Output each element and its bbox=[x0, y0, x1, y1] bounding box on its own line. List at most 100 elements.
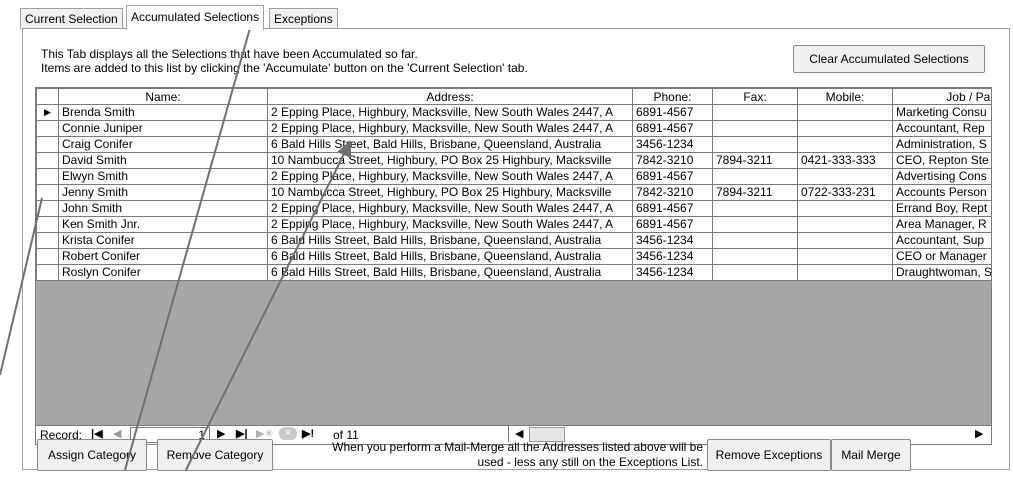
table-row[interactable]: Connie Juniper 2 Epping Place, Highbury, … bbox=[36, 120, 991, 137]
phone-cell[interactable]: 6891-4567 bbox=[632, 216, 713, 233]
column-header-address[interactable]: Address: bbox=[267, 88, 633, 105]
name-cell[interactable]: Krista Conifer bbox=[58, 232, 268, 249]
tab-accumulated-selections[interactable]: Accumulated Selections bbox=[126, 5, 265, 30]
row-selector[interactable] bbox=[36, 232, 59, 249]
phone-cell[interactable]: 3456-1234 bbox=[632, 136, 713, 153]
job-cell[interactable]: Errand Boy, Rept bbox=[892, 200, 991, 217]
column-header-job[interactable]: Job / Pare bbox=[892, 88, 991, 105]
table-row[interactable]: John Smith 2 Epping Place, Highbury, Mack… bbox=[36, 200, 991, 217]
fax-cell[interactable] bbox=[712, 120, 798, 137]
table-row[interactable]: Roslyn Conifer 6 Bald Hills Street, Bald … bbox=[36, 264, 991, 281]
row-selector[interactable] bbox=[36, 200, 59, 217]
row-selector[interactable] bbox=[36, 152, 59, 169]
fax-cell[interactable] bbox=[712, 168, 798, 185]
mobile-cell[interactable] bbox=[797, 168, 893, 185]
fax-cell[interactable] bbox=[712, 104, 798, 121]
fax-cell[interactable] bbox=[712, 248, 798, 265]
mobile-cell[interactable]: 0722-333-231 bbox=[797, 184, 893, 201]
job-cell[interactable]: Advertising Cons bbox=[892, 168, 991, 185]
name-cell[interactable]: David Smith bbox=[58, 152, 268, 169]
clear-accumulated-button[interactable]: Clear Accumulated Selections bbox=[793, 45, 985, 73]
table-row[interactable]: Elwyn Smith 2 Epping Place, Highbury, Mac… bbox=[36, 168, 991, 185]
mobile-cell[interactable] bbox=[797, 232, 893, 249]
job-cell[interactable]: Administration, S bbox=[892, 136, 991, 153]
row-selector[interactable] bbox=[36, 248, 59, 265]
column-header-fax[interactable]: Fax: bbox=[712, 88, 798, 105]
column-header-mobile[interactable]: Mobile: bbox=[797, 88, 893, 105]
job-cell[interactable]: Accountant, Rep bbox=[892, 120, 991, 137]
job-cell[interactable]: Accountant, Sup bbox=[892, 232, 991, 249]
mobile-cell[interactable]: 0421-333-333 bbox=[797, 152, 893, 169]
search-record-button[interactable]: ▶! bbox=[302, 427, 314, 440]
job-cell[interactable]: CEO or Manager bbox=[892, 248, 991, 265]
mobile-cell[interactable] bbox=[797, 200, 893, 217]
phone-cell[interactable]: 3456-1234 bbox=[632, 232, 713, 249]
column-header-phone[interactable]: Phone: bbox=[632, 88, 713, 105]
row-selector[interactable] bbox=[36, 184, 59, 201]
row-selector[interactable] bbox=[36, 120, 59, 137]
row-selector[interactable] bbox=[36, 136, 59, 153]
address-cell[interactable]: 2 Epping Place, Highbury, Macksville, Ne… bbox=[267, 104, 633, 121]
address-cell[interactable]: 6 Bald Hills Street, Bald Hills, Brisban… bbox=[267, 248, 633, 265]
tab-current-selection[interactable]: Current Selection bbox=[20, 8, 123, 29]
phone-cell[interactable]: 7842-3210 bbox=[632, 184, 713, 201]
mobile-cell[interactable] bbox=[797, 264, 893, 281]
mobile-cell[interactable] bbox=[797, 216, 893, 233]
job-cell[interactable]: Draughtwoman, S bbox=[892, 264, 991, 281]
fax-cell[interactable] bbox=[712, 232, 798, 249]
mobile-cell[interactable] bbox=[797, 104, 893, 121]
phone-cell[interactable]: 6891-4567 bbox=[632, 104, 713, 121]
address-cell[interactable]: 6 Bald Hills Street, Bald Hills, Brisban… bbox=[267, 232, 633, 249]
assign-category-button[interactable]: Assign Category bbox=[37, 439, 147, 471]
table-row[interactable]: David Smith 10 Nambucca Street, Highbury,… bbox=[36, 152, 991, 169]
fax-cell[interactable] bbox=[712, 264, 798, 281]
fax-cell[interactable] bbox=[712, 136, 798, 153]
fax-cell[interactable] bbox=[712, 216, 798, 233]
mail-merge-button[interactable]: Mail Merge bbox=[831, 439, 911, 471]
fax-cell[interactable] bbox=[712, 200, 798, 217]
row-selector[interactable] bbox=[36, 168, 59, 185]
column-header-name[interactable]: Name: bbox=[58, 88, 268, 105]
name-cell[interactable]: Robert Conifer bbox=[58, 248, 268, 265]
name-cell[interactable]: Craig Conifer bbox=[58, 136, 268, 153]
address-cell[interactable]: 2 Epping Place, Highbury, Macksville, Ne… bbox=[267, 200, 633, 217]
address-cell[interactable]: 6 Bald Hills Street, Bald Hills, Brisban… bbox=[267, 136, 633, 153]
tab-exceptions[interactable]: Exceptions bbox=[269, 8, 338, 29]
address-cell[interactable]: 10 Nambucca Street, Highbury, PO Box 25 … bbox=[267, 152, 633, 169]
mobile-cell[interactable] bbox=[797, 120, 893, 137]
address-cell[interactable]: 2 Epping Place, Highbury, Macksville, Ne… bbox=[267, 168, 633, 185]
scroll-left-arrow-icon[interactable]: ◀ bbox=[515, 427, 523, 440]
job-cell[interactable]: Accounts Person bbox=[892, 184, 991, 201]
row-selector[interactable] bbox=[36, 216, 59, 233]
name-cell[interactable]: Connie Juniper bbox=[58, 120, 268, 137]
table-row[interactable]: Ken Smith Jnr. 2 Epping Place, Highbury, … bbox=[36, 216, 991, 233]
table-row[interactable]: Craig Conifer 6 Bald Hills Street, Bald H… bbox=[36, 136, 991, 153]
address-cell[interactable]: 10 Nambucca Street, Highbury, PO Box 25 … bbox=[267, 184, 633, 201]
row-selector[interactable] bbox=[36, 264, 59, 281]
name-cell[interactable]: John Smith bbox=[58, 200, 268, 217]
table-row[interactable]: Jenny Smith 10 Nambucca Street, Highbury,… bbox=[36, 184, 991, 201]
phone-cell[interactable]: 3456-1234 bbox=[632, 264, 713, 281]
address-cell[interactable]: 2 Epping Place, Highbury, Macksville, Ne… bbox=[267, 216, 633, 233]
name-cell[interactable]: Jenny Smith bbox=[58, 184, 268, 201]
name-cell[interactable]: Roslyn Conifer bbox=[58, 264, 268, 281]
phone-cell[interactable]: 6891-4567 bbox=[632, 120, 713, 137]
phone-cell[interactable]: 7842-3210 bbox=[632, 152, 713, 169]
table-row[interactable]: Robert Conifer 6 Bald Hills Street, Bald … bbox=[36, 248, 991, 265]
name-cell[interactable]: Ken Smith Jnr. bbox=[58, 216, 268, 233]
table-row[interactable]: ▶ Brenda Smith 2 Epping Place, Highbury, M… bbox=[36, 104, 991, 121]
row-selector[interactable]: ▶ bbox=[36, 104, 59, 121]
address-cell[interactable]: 6 Bald Hills Street, Bald Hills, Brisban… bbox=[267, 264, 633, 281]
phone-cell[interactable]: 6891-4567 bbox=[632, 200, 713, 217]
table-row[interactable]: Krista Conifer 6 Bald Hills Street, Bald … bbox=[36, 232, 991, 249]
fax-cell[interactable]: 7894-3211 bbox=[712, 184, 798, 201]
filter-icon[interactable]: ✕ bbox=[279, 427, 297, 440]
phone-cell[interactable]: 3456-1234 bbox=[632, 248, 713, 265]
job-cell[interactable]: Area Manager, R bbox=[892, 216, 991, 233]
job-cell[interactable]: Marketing Consu bbox=[892, 104, 991, 121]
remove-exceptions-button[interactable]: Remove Exceptions bbox=[707, 439, 831, 471]
remove-category-button[interactable]: Remove Category bbox=[157, 439, 273, 471]
name-cell[interactable]: Elwyn Smith bbox=[58, 168, 268, 185]
address-cell[interactable]: 2 Epping Place, Highbury, Macksville, Ne… bbox=[267, 120, 633, 137]
mobile-cell[interactable] bbox=[797, 136, 893, 153]
